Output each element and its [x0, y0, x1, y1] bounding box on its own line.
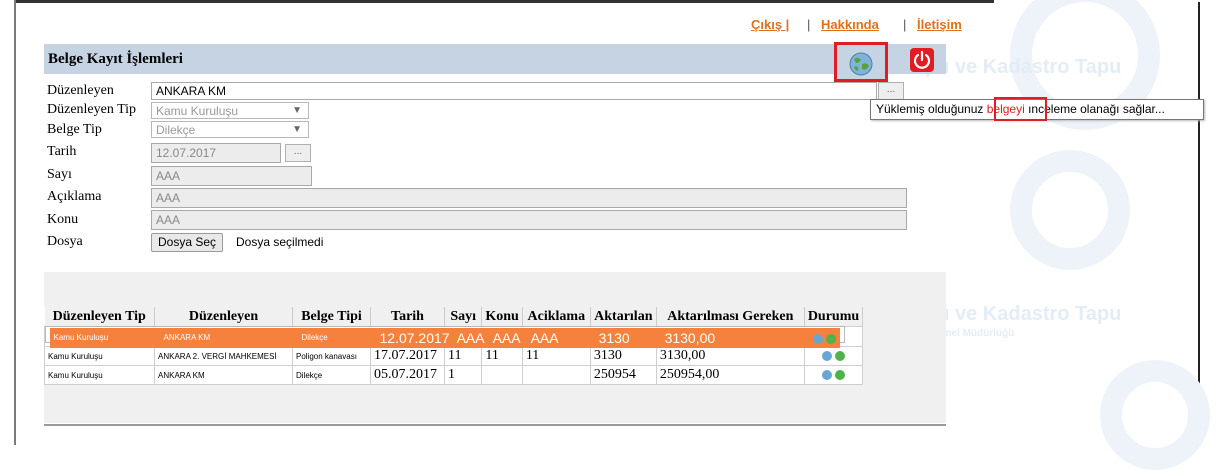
- column-header[interactable]: Düzenleyen: [154, 307, 293, 326]
- table-row[interactable]: Kamu Kuruluşu ANKARA 2. VERGİ MAHKEMESİ Po…: [44, 346, 864, 366]
- power-icon: [913, 50, 931, 69]
- watermark-logo-shape: [1010, 150, 1130, 270]
- tooltip-highlight-box: [994, 97, 1047, 121]
- check-status-icon: [835, 350, 846, 361]
- date-picker-button[interactable]: ...: [285, 144, 311, 162]
- chevron-down-icon: ▼: [292, 124, 302, 135]
- table-row[interactable]: Kamu Kuruluşu ANKARA KM Dilekçe 05.07.2017 1…: [44, 365, 864, 385]
- globe-status-icon: [812, 334, 823, 345]
- tarih-input[interactable]: 12.07.2017: [151, 143, 281, 163]
- column-header[interactable]: Aktarılması Gereken: [656, 307, 805, 326]
- page-title: Belge Kayıt İşlemleri: [48, 51, 183, 67]
- table-cell-aktarilan: 3130: [589, 346, 657, 366]
- check-status-icon: [835, 369, 846, 380]
- table-row[interactable]: Kamu Kuruluşu ANKARA KM Dilekçe 12.07.2017 A…: [44, 326, 846, 348]
- table-cell-aktarilan: 250954: [589, 365, 657, 385]
- table-cell-status: [803, 365, 864, 385]
- table-cell-duzenleyen: ANKARA KM: [159, 328, 299, 348]
- dosya-label: Dosya: [47, 234, 83, 249]
- watermark-text: pu ve Kadastro Tapu: [925, 303, 1122, 325]
- power-off-button[interactable]: [910, 48, 934, 72]
- table-cell-status: [803, 346, 864, 366]
- column-header[interactable]: Tarih: [370, 307, 445, 326]
- about-link[interactable]: Hakkında: [821, 17, 879, 32]
- duzenleyen-label: Düzenleyen: [47, 83, 114, 98]
- aciklama-input[interactable]: AAA: [151, 188, 907, 208]
- contact-link[interactable]: İletişim: [917, 17, 962, 32]
- globe-status-icon: [821, 350, 832, 361]
- table-cell-belge: Dilekçe: [292, 365, 371, 385]
- table-header-row: Düzenleyen Tip Düzenleyen Belge Tipi Tar…: [44, 307, 864, 326]
- file-status-text: Dosya seçilmedi: [236, 235, 324, 249]
- belge-tip-select[interactable]: Dilekçe ▼: [151, 121, 309, 138]
- table-cell-tip: Kamu Kuruluşu: [44, 365, 155, 385]
- column-header[interactable]: Aktarılan: [590, 307, 657, 326]
- table-cell-gereken: 3130,00: [660, 328, 810, 348]
- chevron-down-icon: ▼: [292, 105, 302, 116]
- table-cell-duzenleyen: ANKARA KM: [154, 365, 293, 385]
- link-separator: |: [807, 17, 811, 32]
- check-status-icon: [826, 334, 837, 345]
- table-cell-aktarilan: 3130: [594, 328, 662, 348]
- duzenleyen-lookup-button[interactable]: ...: [878, 82, 904, 100]
- window-top-border: [14, 0, 994, 3]
- table-cell-belge: Poligon kanavası: [292, 346, 371, 366]
- content-bottom-border: [44, 424, 946, 426]
- documents-table: Düzenleyen Tip Düzenleyen Belge Tipi Tar…: [44, 307, 864, 385]
- konu-label: Konu: [47, 212, 79, 227]
- column-header[interactable]: Belge Tipi: [292, 307, 371, 326]
- window-left-border: [14, 0, 16, 445]
- table-cell-tip: Kamu Kuruluşu: [44, 346, 155, 366]
- window-right-border: [1198, 2, 1200, 424]
- table-cell-tip: Kamu Kuruluşu: [49, 328, 161, 348]
- logout-link[interactable]: Çıkış |: [751, 17, 789, 32]
- table-cell-tarih: 12.07.2017: [375, 328, 454, 348]
- table-cell-sayi: 1: [443, 365, 483, 385]
- table-cell-konu: [481, 365, 523, 385]
- table-cell-gereken: 3130,00: [655, 346, 805, 366]
- table-cell-aciklama: AAA: [526, 328, 596, 348]
- aciklama-label: Açıklama: [47, 189, 102, 204]
- table-cell-konu: 11: [481, 346, 523, 366]
- table-cell-status: [808, 328, 841, 348]
- sayi-input[interactable]: AAA: [151, 166, 312, 186]
- watermark-text: pu ve Kadastro Tapu: [925, 56, 1122, 78]
- table-cell-sayi: 11: [443, 346, 483, 366]
- column-header[interactable]: Konu: [481, 307, 523, 326]
- duzenleyen-tip-label: Düzenleyen Tip: [47, 102, 137, 117]
- duzenleyen-tip-value: Kamu Kuruluşu: [156, 104, 239, 118]
- duzenleyen-tip-select[interactable]: Kamu Kuruluşu ▼: [151, 102, 309, 119]
- belge-tip-label: Belge Tip: [47, 122, 102, 137]
- watermark-logo-shape: [1100, 360, 1210, 470]
- globe-icon: [849, 52, 873, 76]
- view-document-button[interactable]: [834, 42, 888, 82]
- duzenleyen-input[interactable]: ANKARA KM: [151, 82, 877, 100]
- tooltip-prefix: Yüklemiş olduğunuz: [876, 102, 987, 116]
- table-cell-konu: AAA: [488, 328, 528, 348]
- column-header[interactable]: Sayı: [444, 307, 483, 326]
- column-header[interactable]: Düzenleyen Tip: [44, 307, 155, 326]
- table-cell-tarih: 17.07.2017: [370, 346, 445, 366]
- table-cell-sayi: AAA: [452, 328, 490, 348]
- link-separator: |: [903, 17, 907, 32]
- table-cell-aciklama: [521, 365, 591, 385]
- table-cell-belge: Dilekçe: [297, 328, 377, 348]
- tarih-label: Tarih: [47, 144, 77, 159]
- sayi-label: Sayı: [47, 167, 72, 182]
- column-header[interactable]: Durumu: [804, 307, 864, 326]
- table-cell-gereken: 250954,00: [655, 365, 805, 385]
- belge-tip-value: Dilekçe: [156, 123, 196, 137]
- table-cell-duzenleyen: ANKARA 2. VERGİ MAHKEMESİ: [154, 346, 293, 366]
- choose-file-button[interactable]: Dosya Seç: [151, 233, 224, 252]
- column-header[interactable]: Aciklama: [522, 307, 591, 326]
- table-cell-aciklama: 11: [521, 346, 591, 366]
- globe-status-icon: [821, 369, 832, 380]
- table-cell-tarih: 05.07.2017: [370, 365, 445, 385]
- konu-input[interactable]: AAA: [151, 210, 907, 230]
- page-header-bar: Belge Kayıt İşlemleri: [44, 44, 946, 74]
